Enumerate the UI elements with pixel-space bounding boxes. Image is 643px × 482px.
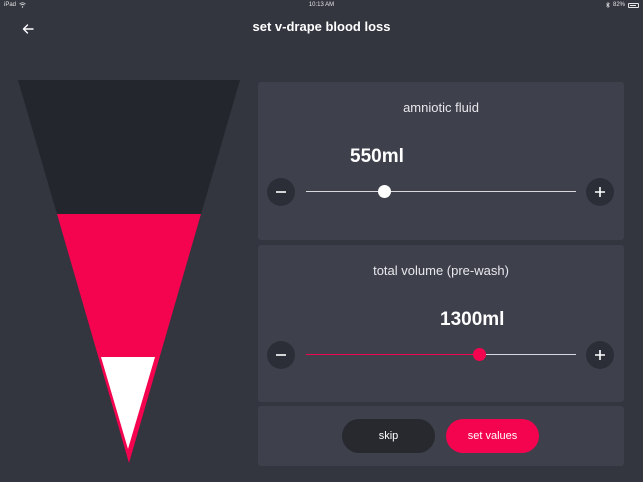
skip-button[interactable]: skip [342,419,435,453]
drape-fluid-region [101,357,155,449]
amniotic-fluid-label: amniotic fluid [403,100,479,115]
amniotic-increase-button[interactable] [586,178,614,206]
slider-fill [306,354,479,355]
slider-thumb[interactable] [472,348,486,361]
total-increase-button[interactable] [586,341,614,369]
nav-bar: set v-drape blood loss [0,10,643,46]
amniotic-fluid-slider[interactable] [306,185,576,199]
drape-empty-region [18,80,240,214]
battery-icon [628,2,639,8]
actions-panel: skip set values [258,406,624,466]
amniotic-decrease-button[interactable] [267,178,295,206]
page-title: set v-drape blood loss [252,19,391,34]
set-values-button[interactable]: set values [446,419,539,453]
amniotic-fluid-value: 550ml [350,146,404,167]
total-volume-value: 1300ml [440,309,505,330]
total-decrease-button[interactable] [267,341,295,369]
battery-percent: 82% [612,2,625,8]
amniotic-fluid-panel: amniotic fluid 550ml [258,82,624,240]
bluetooth-icon [606,2,610,8]
status-right: 82% [606,2,639,8]
minus-icon [276,354,286,356]
plus-icon [595,187,605,197]
minus-icon [276,191,286,193]
slider-track [306,191,576,192]
status-bar: iPad 10:13 AM 82% [0,0,643,10]
total-volume-slider[interactable] [306,348,576,362]
plus-icon [595,350,605,360]
v-drape-graphic [18,80,240,463]
slider-thumb[interactable] [378,185,392,198]
total-volume-label: total volume (pre-wash) [373,263,509,278]
total-volume-panel: total volume (pre-wash) 1300ml [258,245,624,402]
status-time: 10:13 AM [308,2,335,8]
